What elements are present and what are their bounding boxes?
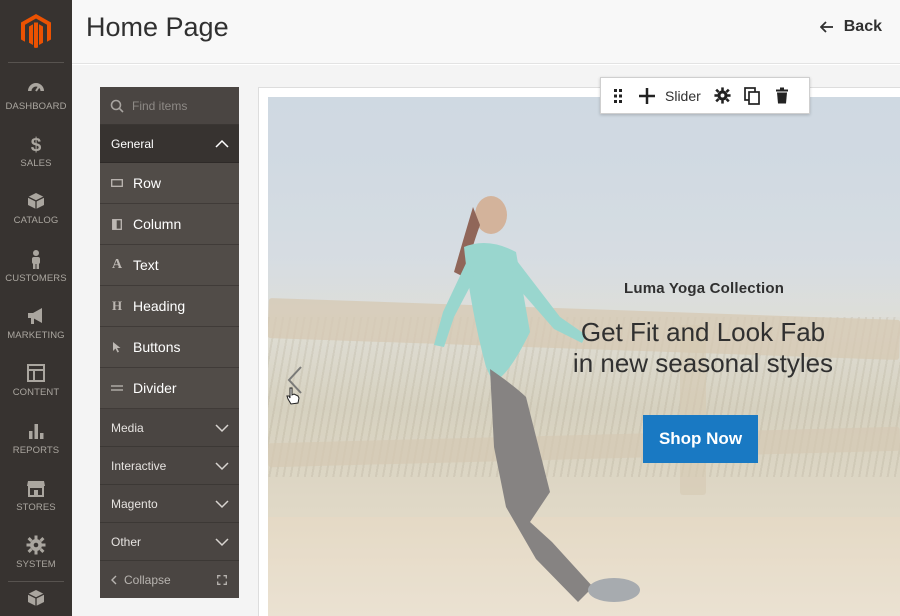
drag-handle-icon[interactable] [609, 84, 627, 108]
duplicate-icon[interactable] [737, 84, 767, 108]
page-header: Home Page Back [72, 0, 900, 64]
nav-item-stores[interactable]: STORES [0, 467, 72, 524]
slide-subtitle: Luma Yoga Collection [624, 280, 785, 297]
storefront-icon [27, 481, 45, 497]
arrow-left-icon [819, 21, 833, 33]
panel-item-row[interactable]: Row [100, 163, 239, 204]
section-label: Interactive [111, 458, 167, 473]
gear-icon [26, 535, 46, 555]
cube-icon [27, 193, 45, 209]
search-icon [110, 99, 124, 113]
slide-headline: Get Fit and Look Fab in new seasonal sty… [568, 317, 838, 379]
nav-item-marketing[interactable]: MARKETING [0, 295, 72, 352]
shop-now-button[interactable]: Shop Now [643, 415, 758, 463]
hand-cursor-icon [286, 387, 300, 405]
text-icon: A [111, 257, 123, 272]
elements-panel: General Row Column A Text H Heading Butt… [100, 87, 239, 598]
slide-headline-line-1: Get Fit and Look Fab [580, 317, 826, 347]
section-magento[interactable]: Magento [100, 485, 239, 523]
panel-item-text[interactable]: A Text [100, 245, 239, 286]
section-label: Media [111, 420, 144, 435]
chevron-up-icon [215, 139, 229, 148]
pointer-icon [110, 340, 124, 354]
magento-logo[interactable] [0, 0, 72, 62]
nav-item-dashboard[interactable]: DASHBOARD [0, 66, 72, 123]
chevron-down-icon [215, 461, 229, 470]
add-icon[interactable] [633, 84, 661, 108]
nav-item-extensions[interactable] [0, 588, 72, 616]
panel-item-buttons[interactable]: Buttons [100, 327, 239, 368]
page-title: Home Page [86, 12, 229, 42]
panel-item-label: Text [133, 257, 159, 273]
nav-label: MARKETING [7, 330, 65, 341]
row-icon [110, 176, 124, 190]
find-items-input[interactable] [132, 98, 232, 113]
panel-footer: Collapse [100, 561, 239, 599]
heading-icon: H [111, 298, 123, 313]
admin-sidebar: DASHBOARD $ SALES CATALOG CUSTOMERS MARK… [0, 0, 72, 616]
nav-item-reports[interactable]: REPORTS [0, 410, 72, 467]
panel-item-divider[interactable]: Divider [100, 368, 239, 409]
panel-item-label: Heading [133, 298, 186, 314]
chevron-down-icon [215, 423, 229, 432]
section-general[interactable]: General [100, 125, 239, 163]
settings-gear-icon[interactable] [709, 84, 737, 108]
section-media[interactable]: Media [100, 409, 239, 447]
slide-headline-line-2: in new seasonal styles [572, 348, 834, 378]
slider-slide[interactable]: Luma Yoga Collection Get Fit and Look Fa… [268, 97, 900, 616]
nav-item-customers[interactable]: CUSTOMERS [0, 238, 72, 295]
svg-text:$: $ [31, 135, 42, 154]
layout-icon [27, 364, 45, 382]
nav-label: SYSTEM [16, 559, 56, 570]
section-label: Magento [111, 496, 158, 511]
nav-item-system[interactable]: SYSTEM [0, 524, 72, 581]
nav-label: STORES [16, 502, 56, 513]
nav-item-sales[interactable]: $ SALES [0, 123, 72, 180]
nav-item-catalog[interactable]: CATALOG [0, 180, 72, 237]
section-general-label: General [111, 136, 154, 151]
panel-search [100, 87, 239, 125]
section-label: Other [111, 534, 142, 549]
nav-label: CONTENT [12, 387, 60, 398]
section-interactive[interactable]: Interactive [100, 447, 239, 485]
chevron-left-icon [111, 575, 117, 585]
section-other[interactable]: Other [100, 523, 239, 561]
back-button[interactable]: Back [819, 18, 882, 36]
chevron-down-icon [215, 537, 229, 546]
nav-label: SALES [20, 158, 52, 169]
collapse-button[interactable]: Collapse [110, 573, 171, 587]
nav-label: CUSTOMERS [5, 273, 67, 284]
panel-item-label: Divider [133, 380, 177, 396]
panel-item-label: Column [133, 216, 182, 232]
nav-label: CATALOG [13, 215, 59, 226]
megaphone-icon [28, 308, 42, 324]
dollar-icon: $ [31, 135, 42, 154]
panel-item-label: Buttons [133, 339, 181, 355]
nav-item-content[interactable]: CONTENT [0, 352, 72, 409]
nav-label: DASHBOARD [5, 101, 67, 112]
panel-item-label: Row [133, 175, 162, 191]
trash-icon[interactable] [767, 84, 797, 108]
toolbar-label: Slider [665, 87, 701, 104]
magento-logo-icon [21, 14, 51, 48]
cubes-icon [27, 590, 45, 606]
back-label: Back [843, 18, 882, 35]
dashboard-icon [28, 83, 44, 92]
bar-chart-icon [29, 424, 44, 439]
panel-item-heading[interactable]: H Heading [100, 286, 239, 327]
slider-toolbar: Slider [600, 77, 810, 114]
collapse-label: Collapse [124, 573, 171, 587]
nav-divider [8, 581, 64, 582]
column-icon [110, 217, 124, 231]
person-icon [32, 250, 40, 269]
divider-icon [110, 381, 124, 395]
panel-item-column[interactable]: Column [100, 204, 239, 245]
nav-divider [8, 62, 64, 63]
chevron-down-icon [215, 499, 229, 508]
nav-label: REPORTS [12, 445, 60, 456]
fullscreen-icon[interactable] [217, 575, 227, 585]
